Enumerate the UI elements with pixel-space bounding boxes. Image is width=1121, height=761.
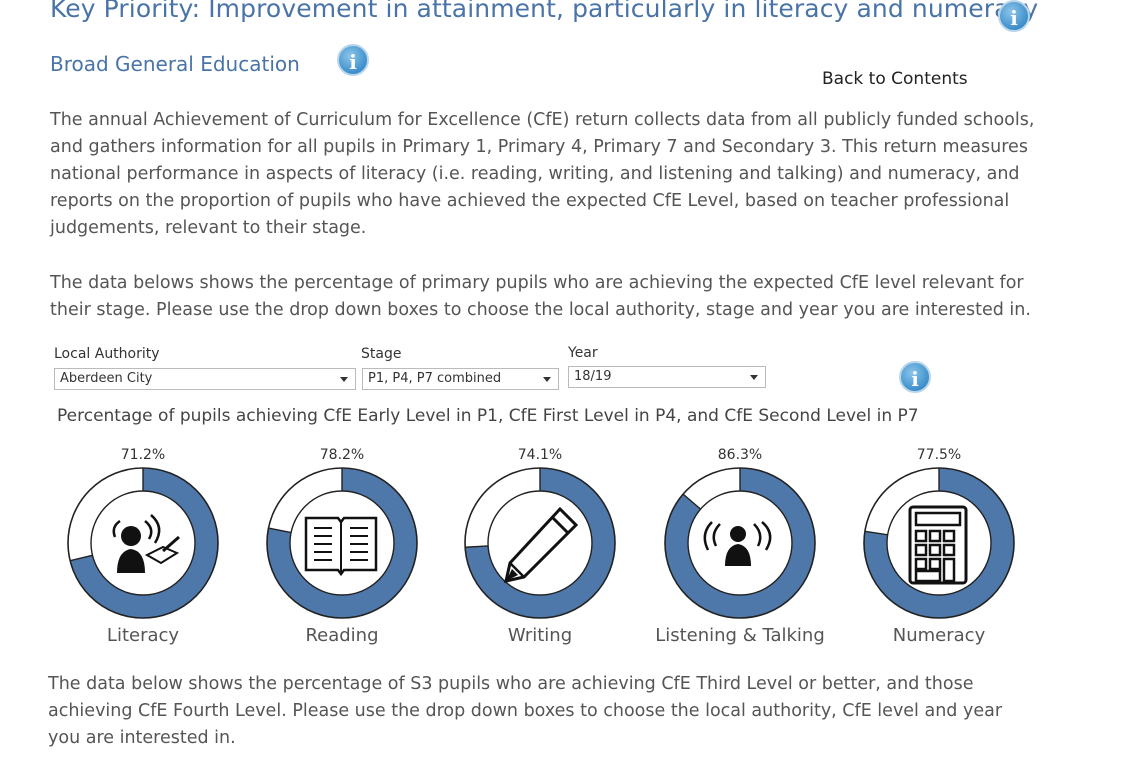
- chevron-down-icon: [750, 375, 758, 380]
- info-icon[interactable]: i: [899, 361, 931, 393]
- page-title: Key Priority: Improvement in attainment,…: [50, 0, 1039, 23]
- info-icon[interactable]: i: [998, 0, 1030, 32]
- value-label: 74.1%: [517, 447, 563, 463]
- value-label: 77.5%: [916, 447, 962, 463]
- listening-reading-icon: [112, 514, 180, 573]
- chevron-down-icon: [543, 377, 551, 382]
- year-label: Year: [568, 345, 598, 361]
- local-authority-label: Local Authority: [54, 346, 160, 362]
- back-to-contents-link[interactable]: Back to Contents: [822, 69, 968, 89]
- chevron-down-icon: [340, 377, 348, 382]
- intro-paragraph: The annual Achievement of Curriculum for…: [50, 110, 1035, 238]
- chart-title: Percentage of pupils achieving CfE Early…: [57, 406, 919, 426]
- value-label: 71.2%: [120, 447, 166, 463]
- category-label: Writing: [507, 625, 573, 646]
- year-value: 18/19: [574, 369, 612, 384]
- stage-dropdown[interactable]: P1, P4, P7 combined: [362, 368, 559, 390]
- listening-icon: [703, 521, 772, 566]
- section-title: Broad General Education: [50, 52, 300, 76]
- year-dropdown[interactable]: 18/19: [568, 366, 766, 388]
- stage-label: Stage: [361, 346, 402, 362]
- category-label: Listening & Talking: [655, 625, 825, 646]
- category-label: Literacy: [106, 625, 180, 646]
- pencil-icon: [504, 506, 579, 583]
- value-label: 86.3%: [717, 447, 763, 463]
- value-label: 78.2%: [319, 447, 365, 463]
- info-icon[interactable]: i: [337, 44, 369, 76]
- book-icon: [304, 516, 378, 576]
- local-authority-value: Aberdeen City: [60, 371, 153, 386]
- stage-value: P1, P4, P7 combined: [368, 371, 502, 386]
- local-authority-dropdown[interactable]: Aberdeen City: [54, 368, 356, 390]
- category-label: Numeracy: [892, 625, 986, 646]
- instructions-paragraph: The data belows shows the percentage of …: [50, 273, 1031, 320]
- calculator-icon: [908, 505, 968, 585]
- s3-instructions-paragraph: The data below shows the percentage of S…: [48, 674, 1003, 748]
- category-label: Reading: [305, 625, 379, 646]
